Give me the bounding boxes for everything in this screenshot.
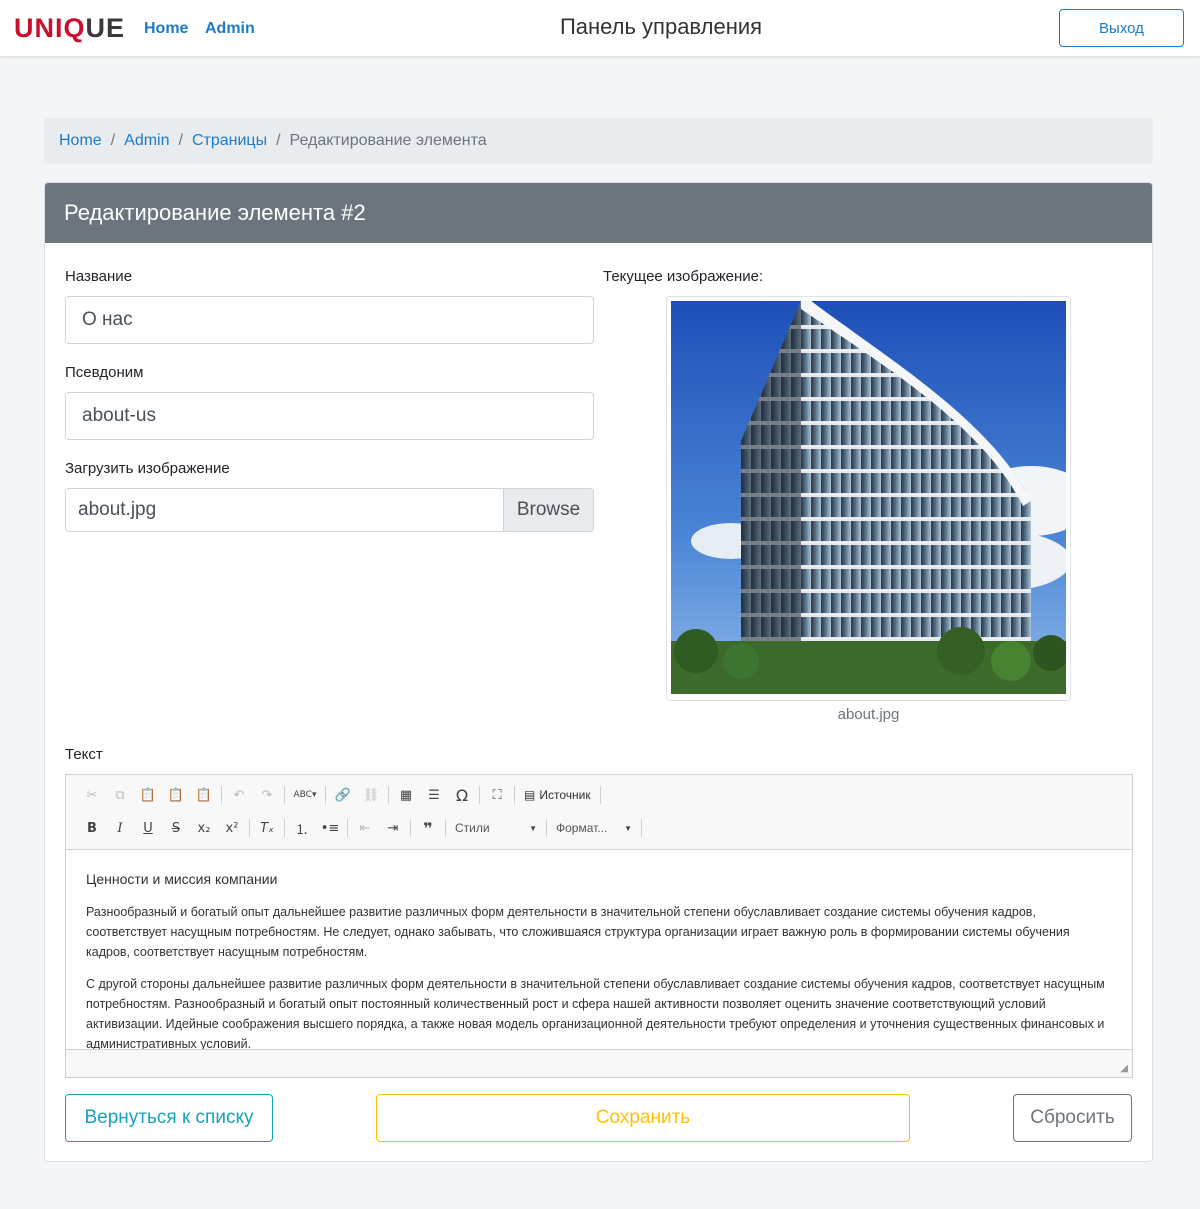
undo-icon[interactable]: ↶ bbox=[225, 782, 253, 808]
cut-icon[interactable]: ✂ bbox=[78, 782, 106, 808]
blockquote-icon[interactable]: ❞ bbox=[414, 815, 442, 841]
name-input[interactable]: О нас bbox=[65, 296, 594, 344]
content-paragraph: С другой стороны дальнейшее развитие раз… bbox=[86, 977, 1105, 1050]
nav-link-admin[interactable]: Admin bbox=[205, 19, 255, 39]
content-paragraph: Разнообразный и богатый опыт дальнейшее … bbox=[86, 905, 1070, 959]
toolbar-separator bbox=[325, 786, 326, 804]
strikethrough-icon[interactable]: S bbox=[162, 815, 190, 841]
card-title: Редактирование элемента #2 bbox=[45, 183, 1152, 243]
logo-text-part2: UE bbox=[85, 13, 126, 43]
source-icon: ▤ bbox=[524, 788, 536, 802]
toolbar-separator bbox=[347, 819, 348, 837]
browse-button[interactable]: Browse bbox=[503, 489, 593, 531]
file-upload-value: about.jpg bbox=[78, 499, 157, 520]
format-dropdown[interactable]: Формат... ▼ bbox=[550, 815, 638, 841]
numbered-list-icon[interactable]: ⒈ bbox=[288, 815, 316, 841]
toolbar-separator bbox=[641, 819, 642, 837]
building-photo bbox=[671, 301, 1066, 694]
edit-card: Редактирование элемента #2 Название О на… bbox=[44, 182, 1153, 1162]
toolbar-separator bbox=[284, 786, 285, 804]
content-heading: Ценности и миссия компании bbox=[86, 871, 278, 887]
breadcrumb-separator: / bbox=[276, 132, 281, 149]
outdent-icon[interactable]: ⇤ bbox=[351, 815, 379, 841]
paste-word-icon[interactable]: 📋 bbox=[190, 782, 218, 808]
rich-text-editor: ✂ ⧉ 📋 📋 📋 ↶ ↷ ABC▾ 🔗 ⛓ ▦ ☰ Ω ⛶ ▤ Источни… bbox=[65, 774, 1133, 1078]
toolbar-separator bbox=[410, 819, 411, 837]
chevron-down-icon: ▼ bbox=[529, 823, 537, 833]
indent-icon[interactable]: ⇥ bbox=[379, 815, 407, 841]
name-label: Название bbox=[65, 268, 133, 285]
unlink-icon[interactable]: ⛓ bbox=[357, 782, 385, 808]
paste-text-icon[interactable]: 📋 bbox=[162, 782, 190, 808]
logout-button[interactable]: Выход bbox=[1059, 9, 1184, 47]
breadcrumb-separator: / bbox=[178, 132, 183, 149]
redo-icon[interactable]: ↷ bbox=[253, 782, 281, 808]
alias-label: Псевдоним bbox=[65, 364, 144, 381]
breadcrumb-current: Редактирование элемента bbox=[289, 132, 487, 149]
source-label: Источник bbox=[539, 788, 591, 802]
paste-icon[interactable]: 📋 bbox=[134, 782, 162, 808]
editor-status-bar: ◢ bbox=[66, 1049, 1132, 1077]
underline-icon[interactable]: U bbox=[134, 815, 162, 841]
breadcrumb-pages[interactable]: Страницы bbox=[192, 132, 267, 150]
format-dropdown-label: Формат... bbox=[556, 821, 608, 835]
nav-link-home[interactable]: Home bbox=[144, 19, 188, 39]
editor-toolbar: ✂ ⧉ 📋 📋 📋 ↶ ↷ ABC▾ 🔗 ⛓ ▦ ☰ Ω ⛶ ▤ Источни… bbox=[66, 775, 1132, 850]
text-label: Текст bbox=[65, 746, 103, 763]
breadcrumb-separator: / bbox=[110, 132, 116, 149]
reset-button[interactable]: Сбросить bbox=[1013, 1094, 1132, 1142]
toolbar-separator bbox=[514, 786, 515, 804]
italic-icon[interactable]: I bbox=[106, 815, 134, 841]
subscript-icon[interactable]: x₂ bbox=[190, 815, 218, 841]
copy-icon[interactable]: ⧉ bbox=[106, 782, 134, 808]
spellcheck-icon[interactable]: ABC▾ bbox=[288, 782, 322, 808]
bold-icon[interactable]: B bbox=[78, 815, 106, 841]
logo-text-part1: UNIQ bbox=[14, 13, 86, 43]
toolbar-separator bbox=[479, 786, 480, 804]
breadcrumb: Home / Admin / Страницы / Редактирование… bbox=[44, 118, 1153, 164]
styles-dropdown-label: Стили bbox=[455, 821, 490, 835]
alias-input[interactable]: about-us bbox=[65, 392, 594, 440]
breadcrumb-home[interactable]: Home bbox=[59, 132, 102, 150]
upload-label: Загрузить изображение bbox=[65, 460, 230, 477]
editor-content-area[interactable]: Ценности и миссия компании Разнообразный… bbox=[66, 850, 1132, 1050]
bulleted-list-icon[interactable]: •≡ bbox=[316, 815, 344, 841]
toolbar-separator bbox=[599, 786, 601, 804]
current-image bbox=[666, 296, 1071, 701]
toolbar-separator bbox=[445, 819, 446, 837]
toolbar-separator bbox=[221, 786, 222, 804]
logo[interactable]: UNIQUE bbox=[14, 12, 125, 44]
current-image-label: Текущее изображение: bbox=[603, 268, 764, 285]
image-caption: about.jpg bbox=[837, 706, 900, 723]
breadcrumb-admin[interactable]: Admin bbox=[124, 132, 169, 150]
source-button[interactable]: ▤ Источник bbox=[518, 782, 597, 808]
horizontal-line-icon[interactable]: ☰ bbox=[420, 782, 448, 808]
toolbar-separator bbox=[249, 819, 250, 837]
file-upload-input[interactable]: about.jpg Browse bbox=[65, 488, 594, 532]
toolbar-separator bbox=[388, 786, 389, 804]
table-icon[interactable]: ▦ bbox=[392, 782, 420, 808]
remove-format-icon[interactable]: Tₓ bbox=[253, 815, 281, 841]
back-to-list-button[interactable]: Вернуться к списку bbox=[65, 1094, 273, 1142]
superscript-icon[interactable]: x² bbox=[218, 815, 246, 841]
chevron-down-icon: ▼ bbox=[624, 823, 632, 833]
toolbar-separator bbox=[546, 819, 547, 837]
special-char-icon[interactable]: Ω bbox=[448, 782, 476, 808]
toolbar-separator bbox=[284, 819, 285, 837]
resize-handle-icon[interactable]: ◢ bbox=[1120, 1063, 1128, 1074]
maximize-icon[interactable]: ⛶ bbox=[483, 782, 511, 808]
styles-dropdown[interactable]: Стили ▼ bbox=[449, 815, 543, 841]
link-icon[interactable]: 🔗 bbox=[329, 782, 357, 808]
top-navbar: UNIQUE Home Admin Панель управления Выхо… bbox=[0, 0, 1200, 56]
save-button[interactable]: Сохранить bbox=[376, 1094, 910, 1142]
